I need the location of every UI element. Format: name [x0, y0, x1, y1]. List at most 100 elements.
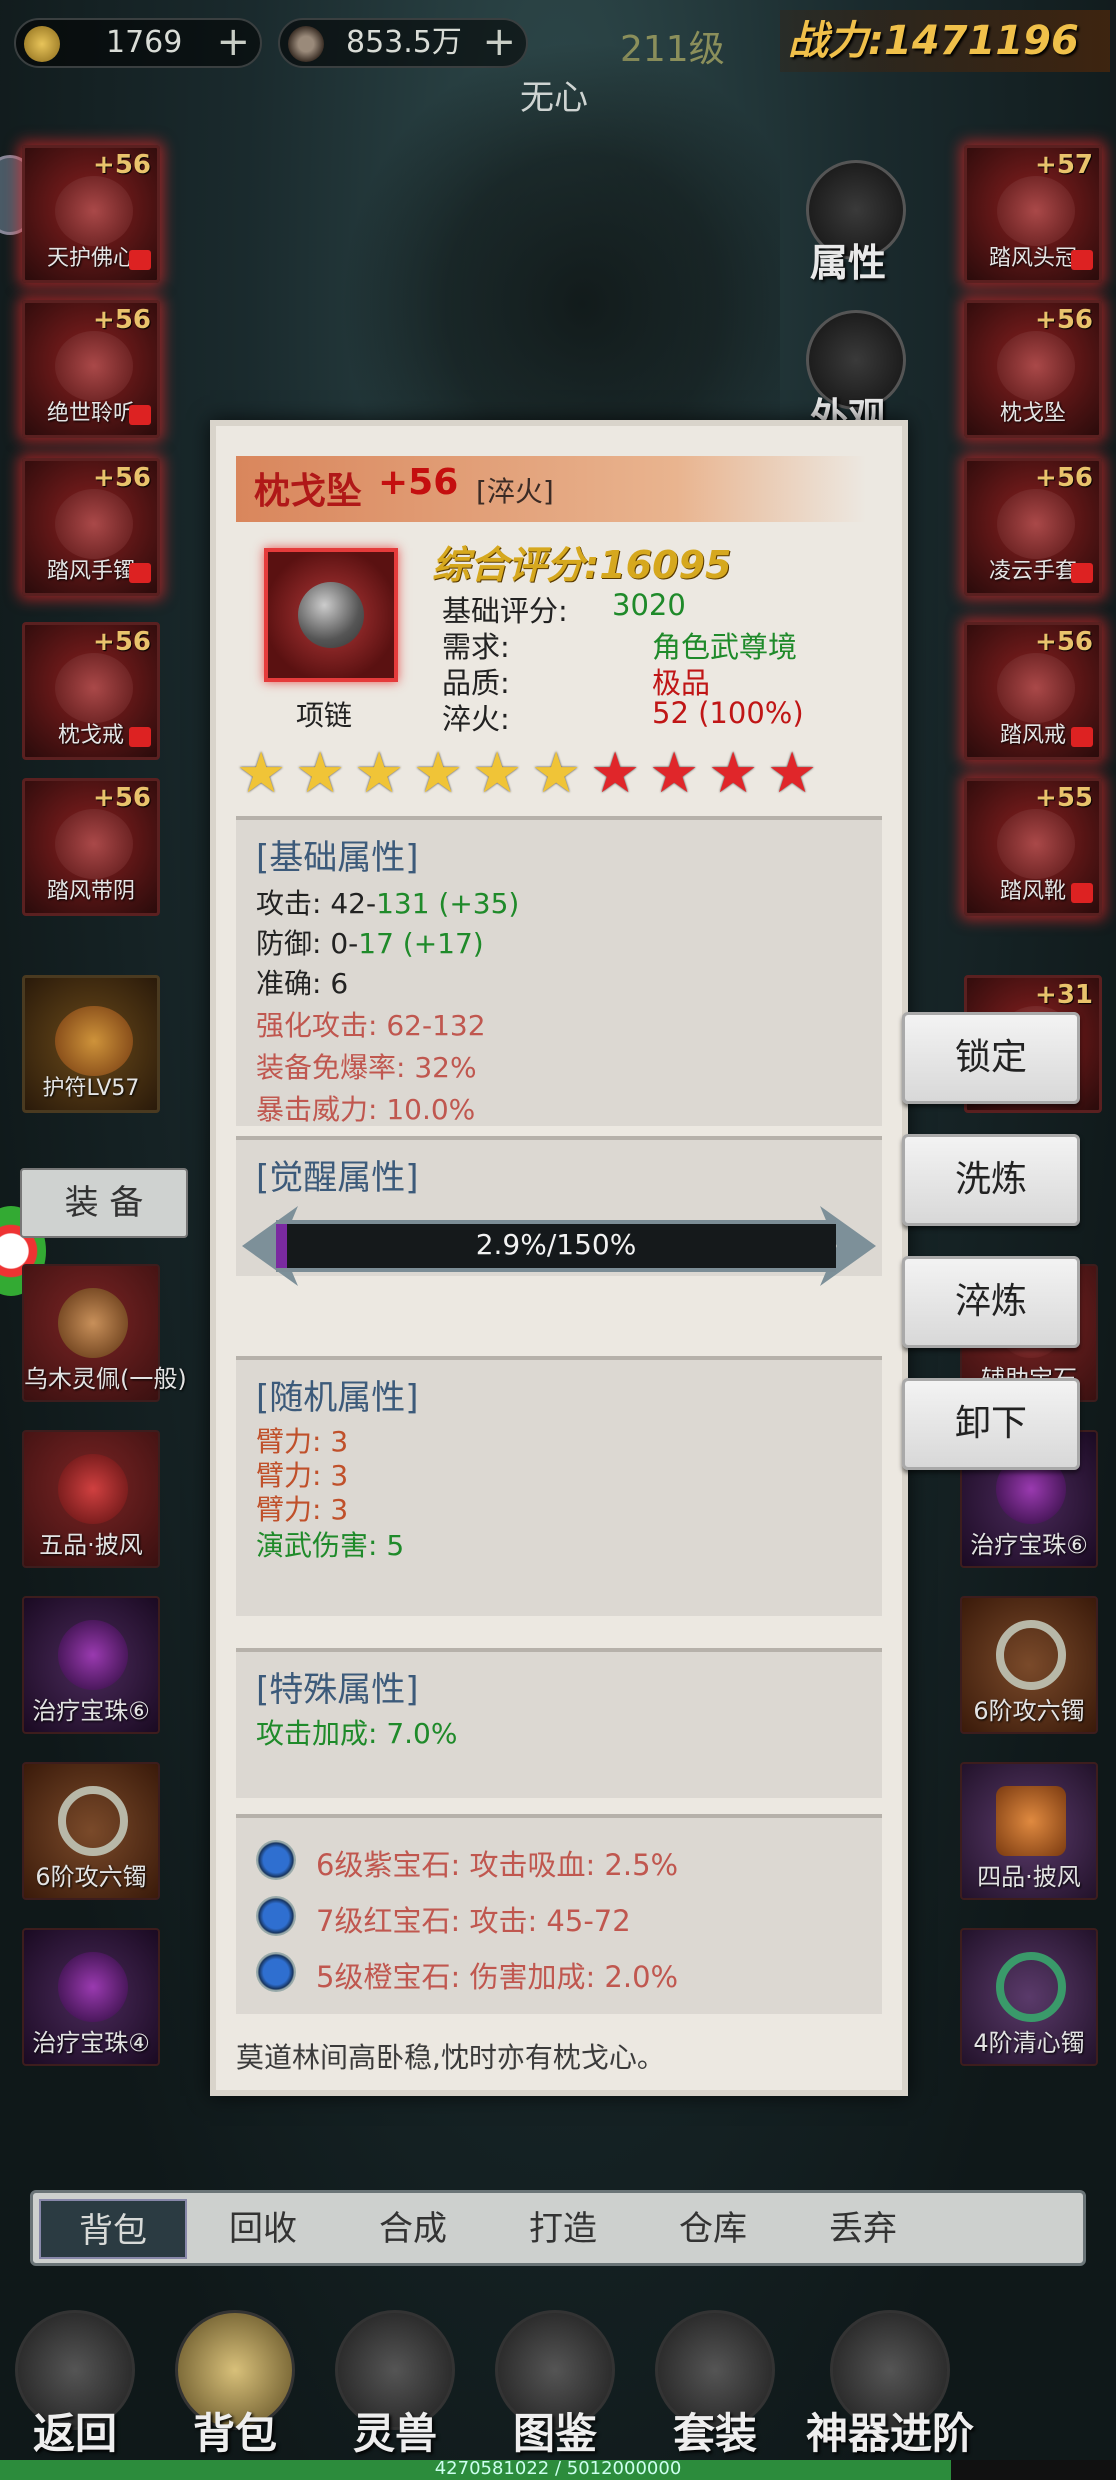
ingot-icon: [24, 26, 60, 62]
equip-slot-right-2[interactable]: +56 枕戈坠: [964, 300, 1102, 438]
refine-button[interactable]: 洗炼: [902, 1134, 1080, 1226]
inventory-item[interactable]: 治疗宝珠⑥: [22, 1596, 160, 1734]
crit-power-stat: 暴击威力: 10.0%: [256, 1093, 476, 1126]
item-type: 项链: [296, 699, 353, 732]
martial-damage-stat: 演武伤害: 5: [256, 1529, 405, 1562]
item-art: [55, 489, 133, 559]
inventory-sub-tabs: 背包 回收 合成 打造 仓库 丢弃: [30, 2190, 1086, 2266]
equip-slot-left-3[interactable]: +56 踏风手镯: [22, 458, 160, 596]
item-art: [58, 1952, 128, 2022]
item-header: 枕戈坠 +56 [淬火]: [236, 456, 866, 522]
gem-section: 6级紫宝石: 攻击吸血: 2.5% 7级红宝石: 攻击: 45-72 5级橙宝石…: [236, 1814, 882, 2014]
equip-slot-right-1[interactable]: +57 踏风头冠: [964, 145, 1102, 283]
special-attributes-title: [特殊属性]: [256, 1670, 419, 1710]
item-art: [996, 1620, 1066, 1690]
tab-recycle[interactable]: 回收: [189, 2199, 337, 2259]
gold-star-icon: ★: [472, 741, 523, 806]
lock-icon: [1071, 883, 1093, 903]
equip-slot-left-2[interactable]: +56 绝世聆听: [22, 300, 160, 438]
enhanced-attack-stat: 强化攻击: 62-132: [256, 1009, 486, 1042]
equip-slot-left-1[interactable]: +56 天护佛心: [22, 145, 160, 283]
item-art: [996, 1786, 1066, 1856]
unequip-button[interactable]: 卸下: [902, 1378, 1080, 1470]
gem-socket-icon: [256, 1840, 296, 1880]
tab-discard[interactable]: 丢弃: [789, 2199, 937, 2259]
equip-slot-left-4[interactable]: +56 枕戈戒: [22, 622, 160, 760]
equip-slot-right-4[interactable]: +56 踏风戒: [964, 622, 1102, 760]
gem-line: 6级紫宝石: 攻击吸血: 2.5%: [316, 1848, 679, 1882]
power-label: 战力:: [788, 18, 884, 64]
anti-break-stat: 装备免爆率: 32%: [256, 1051, 477, 1084]
tab-forge[interactable]: 打造: [489, 2199, 637, 2259]
random-attributes-title: [随机属性]: [256, 1378, 419, 1418]
item-flavor-text: 莫道林间高卧稳,忱时亦有枕戈心。: [236, 2041, 665, 2074]
item-art: [58, 1620, 128, 1690]
red-star-icon: ★: [767, 741, 818, 806]
item-icon: [264, 548, 398, 682]
gem-line: 5级橙宝石: 伤害加成: 2.0%: [316, 1960, 679, 1994]
nav-back[interactable]: 返回: [0, 2300, 150, 2470]
awaken-section: [觉醒属性] 2.9%/150%: [236, 1136, 882, 1286]
tab-bag[interactable]: 背包: [39, 2199, 187, 2259]
item-art: [997, 176, 1075, 246]
gold-star-icon: ★: [354, 741, 405, 806]
experience-bar: 4270581022 / 5012000000: [0, 2458, 1116, 2480]
ingot-value: 1769: [106, 25, 183, 60]
equip-slot-right-5[interactable]: +55 踏风靴: [964, 778, 1102, 916]
awaken-title: [觉醒属性]: [256, 1158, 419, 1198]
attack-stat: 攻击: 42-131 (+35): [256, 887, 520, 920]
temper-button[interactable]: 淬炼: [902, 1256, 1080, 1348]
inventory-item[interactable]: 6阶攻六镯: [22, 1762, 160, 1900]
inventory-item[interactable]: 6阶攻六镯: [960, 1596, 1098, 1734]
gold-star-icon: ★: [413, 741, 464, 806]
equip-slot-left-5[interactable]: +56 踏风带阴: [22, 778, 160, 916]
random-stat: 臂力: 3: [256, 1493, 349, 1526]
accuracy-stat: 准确: 6: [256, 967, 349, 1000]
red-star-icon: ★: [649, 741, 700, 806]
amulet-art: [55, 1006, 133, 1076]
temper-value: 52 (100%): [652, 696, 804, 730]
item-art: [55, 653, 133, 723]
defense-stat: 防御: 0-17 (+17): [256, 927, 484, 960]
item-art: [58, 1454, 128, 1524]
item-art: [997, 331, 1075, 401]
special-attributes-section: [特殊属性] 攻击加成: 7.0%: [236, 1648, 882, 1798]
lock-icon: [1071, 250, 1093, 270]
item-name: 枕戈坠: [254, 471, 363, 512]
nav-sets[interactable]: 套装: [640, 2300, 790, 2470]
inventory-item[interactable]: 四品·披风: [960, 1762, 1098, 1900]
lock-icon: [129, 250, 151, 270]
lock-icon: [129, 405, 151, 425]
nav-bag[interactable]: 背包: [160, 2300, 310, 2470]
tab-combine[interactable]: 合成: [339, 2199, 487, 2259]
gold-star-icon: ★: [295, 741, 346, 806]
item-art: [997, 489, 1075, 559]
lock-button[interactable]: 锁定: [902, 1012, 1080, 1104]
inventory-item[interactable]: 治疗宝珠④: [22, 1928, 160, 2066]
nav-artifact-advance[interactable]: 神器进阶: [790, 2300, 990, 2470]
base-attributes-section: [基础属性] 攻击: 42-131 (+35) 防御: 0-17 (+17) 准…: [236, 816, 882, 1126]
equip-slot-right-3[interactable]: +56 凌云手套: [964, 458, 1102, 596]
coin-icon: [288, 26, 324, 62]
inventory-item[interactable]: 乌木灵佩(一般): [22, 1264, 187, 1402]
gem-socket-icon: [256, 1952, 296, 1992]
red-star-icon: ★: [590, 741, 641, 806]
add-ingot-button[interactable]: +: [216, 20, 250, 64]
gold-star-icon: ★: [531, 741, 582, 806]
lock-icon: [1071, 727, 1093, 747]
tab-equipment[interactable]: 装 备: [20, 1168, 188, 1238]
inventory-item[interactable]: 4阶清心镯: [960, 1928, 1098, 2066]
item-art: [997, 809, 1075, 879]
item-art: [55, 176, 133, 246]
attack-bonus-stat: 攻击加成: 7.0%: [256, 1717, 458, 1750]
red-star-icon: ★: [708, 741, 759, 806]
item-enhance: +56: [378, 462, 459, 503]
item-art: [55, 809, 133, 879]
nav-spirit-beast[interactable]: 灵兽: [320, 2300, 470, 2470]
nav-codex[interactable]: 图鉴: [480, 2300, 630, 2470]
gold-star-icon: ★: [236, 741, 287, 806]
item-art: [58, 1288, 128, 1358]
tab-warehouse[interactable]: 仓库: [639, 2199, 787, 2259]
inventory-item[interactable]: 五品·披风: [22, 1430, 160, 1568]
equip-slot-amulet[interactable]: 护符LV57: [22, 975, 160, 1113]
